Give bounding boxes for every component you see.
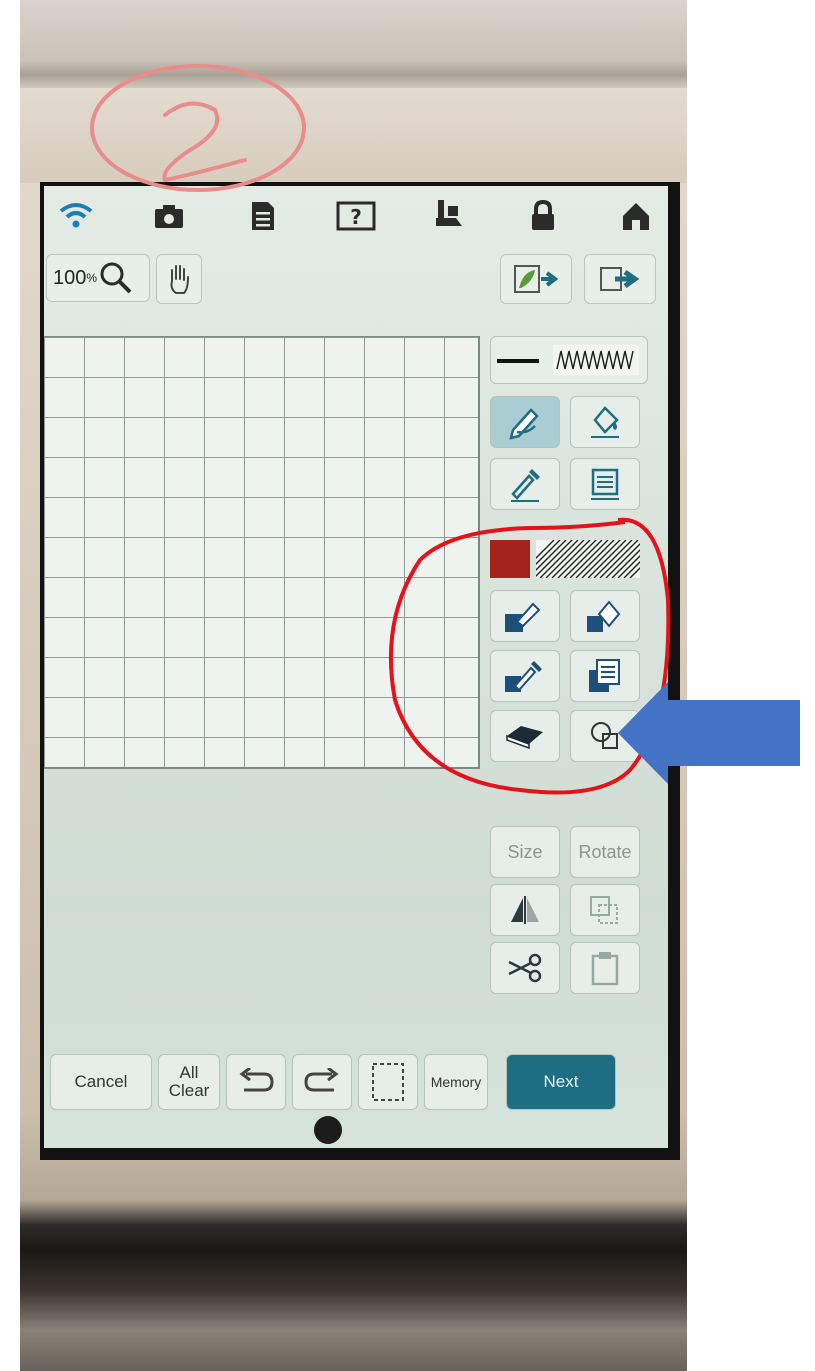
pencil-icon bbox=[509, 408, 539, 440]
magnifier-icon bbox=[100, 262, 132, 294]
region-eyedropper-button[interactable] bbox=[490, 650, 560, 702]
zoom-value: 100 bbox=[53, 266, 87, 289]
line-eyedropper-button[interactable] bbox=[490, 458, 560, 510]
undo-icon bbox=[239, 1068, 274, 1092]
shapes-button[interactable] bbox=[570, 710, 640, 762]
pan-hand-button[interactable] bbox=[156, 254, 202, 304]
shapes-icon bbox=[591, 722, 618, 749]
duplicate-icon bbox=[590, 896, 618, 924]
zoom-unit: % bbox=[86, 271, 98, 285]
bottom-bar: Cancel All Clear Memory Next bbox=[44, 1050, 668, 1114]
mirror-icon bbox=[511, 896, 539, 924]
rotate-button[interactable]: Rotate bbox=[570, 826, 640, 878]
memory-button[interactable]: Memory bbox=[424, 1054, 488, 1110]
all-clear-button[interactable]: All Clear bbox=[158, 1054, 220, 1110]
home-icon[interactable] bbox=[614, 194, 658, 238]
straight-line-swatch bbox=[497, 359, 539, 363]
next-button[interactable]: Next bbox=[506, 1054, 616, 1110]
region-properties-button[interactable] bbox=[570, 650, 640, 702]
export-button[interactable] bbox=[584, 254, 656, 304]
line-draw-button[interactable] bbox=[490, 396, 560, 448]
mirror-button[interactable] bbox=[490, 884, 560, 936]
help-icon[interactable]: ? bbox=[334, 194, 378, 238]
leaf-import-icon bbox=[514, 265, 559, 293]
eraser-button[interactable] bbox=[490, 710, 560, 762]
selection-icon bbox=[372, 1063, 404, 1101]
eraser-icon bbox=[506, 726, 543, 750]
eyedropper-icon bbox=[511, 469, 540, 502]
clipboard-icon bbox=[591, 952, 619, 986]
camera-icon[interactable] bbox=[147, 194, 191, 238]
size-label: Size bbox=[507, 841, 543, 862]
list-icon bbox=[591, 468, 619, 500]
export-icon bbox=[600, 267, 640, 291]
photo-background: ? 100% Size Rotate Cancel All Clear Memo… bbox=[20, 0, 687, 1371]
document-icon[interactable] bbox=[241, 194, 285, 238]
edit-toolbar: 100% bbox=[44, 248, 668, 304]
cancel-label: Cancel bbox=[74, 1072, 128, 1091]
cancel-button[interactable]: Cancel bbox=[50, 1054, 152, 1110]
clock-icon[interactable] bbox=[314, 1116, 342, 1144]
memory-label: Memory bbox=[430, 1074, 482, 1090]
region-fill-button[interactable] bbox=[570, 590, 640, 642]
wifi-icon[interactable] bbox=[54, 194, 98, 238]
next-label: Next bbox=[543, 1072, 579, 1091]
size-button[interactable]: Size bbox=[490, 826, 560, 878]
cut-button[interactable] bbox=[490, 942, 560, 994]
lcd-screen: ? 100% Size Rotate Cancel All Clear Memo… bbox=[44, 186, 668, 1148]
redo-icon bbox=[304, 1068, 339, 1092]
rotate-label: Rotate bbox=[578, 841, 632, 862]
scissors-icon bbox=[508, 953, 542, 983]
svg-text:?: ? bbox=[350, 205, 362, 229]
hatch-pattern-swatch bbox=[536, 540, 640, 578]
fill-color-swatch bbox=[490, 540, 530, 578]
fill-type-selector[interactable] bbox=[490, 536, 640, 580]
import-button[interactable] bbox=[500, 254, 572, 304]
region-brush-button[interactable] bbox=[490, 590, 560, 642]
lcd-screen-frame: ? 100% Size Rotate Cancel All Clear Memo… bbox=[40, 182, 680, 1160]
drawing-canvas[interactable] bbox=[44, 336, 480, 769]
presser-foot-icon[interactable] bbox=[427, 194, 471, 238]
line-fill-button[interactable] bbox=[570, 396, 640, 448]
machine-bezel bbox=[20, 88, 687, 183]
list-icon bbox=[589, 659, 620, 692]
eyedropper-icon bbox=[505, 661, 542, 692]
clear-label: Clear bbox=[168, 1081, 210, 1100]
hand-icon bbox=[170, 265, 189, 294]
line-properties-button[interactable] bbox=[570, 458, 640, 510]
undo-button[interactable] bbox=[226, 1054, 286, 1110]
paint-brush-icon bbox=[505, 602, 541, 632]
line-type-selector[interactable] bbox=[490, 336, 648, 384]
status-bar: ? bbox=[44, 186, 668, 246]
duplicate-button[interactable] bbox=[570, 884, 640, 936]
redo-button[interactable] bbox=[292, 1054, 352, 1110]
select-area-button[interactable] bbox=[358, 1054, 418, 1110]
paint-bucket-icon bbox=[591, 406, 619, 438]
paste-button[interactable] bbox=[570, 942, 640, 994]
all-label: All bbox=[179, 1063, 199, 1082]
paint-bucket-icon bbox=[587, 600, 621, 632]
zoom-button[interactable]: 100% bbox=[46, 254, 150, 302]
lock-icon[interactable] bbox=[521, 194, 565, 238]
zigzag-stitch-swatch bbox=[553, 345, 639, 375]
